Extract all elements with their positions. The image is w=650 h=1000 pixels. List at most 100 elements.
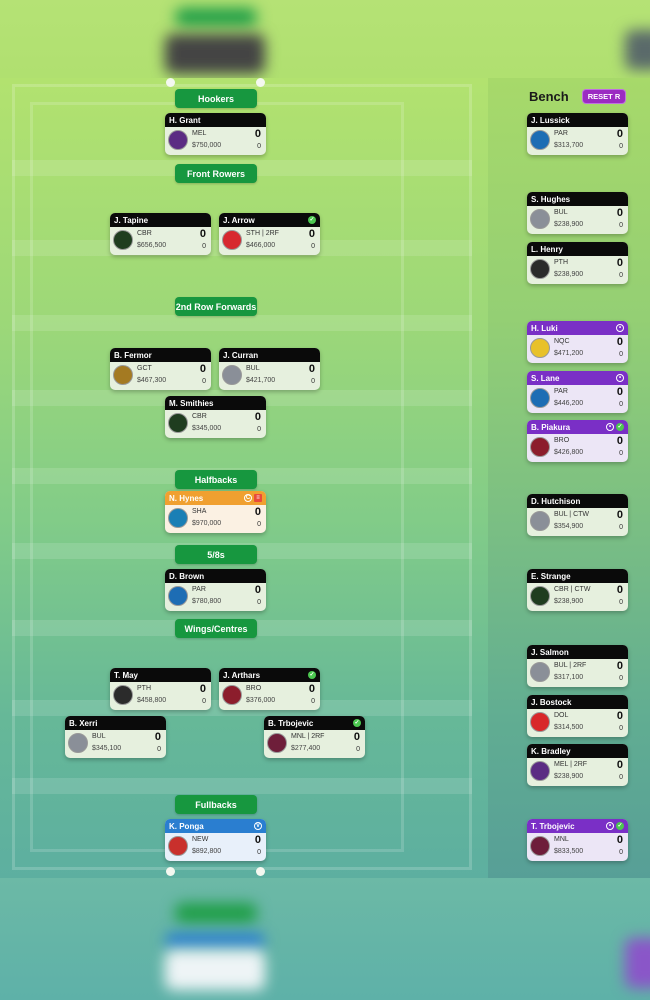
player-subscore: 0 [619,222,623,229]
player-card-body: BRO $376,000 0 0 [219,682,320,710]
player-card[interactable]: J. Curran BUL $421,700 0 0 [219,348,320,390]
blurred-position-label [175,903,257,923]
player-card-body: PAR $446,200 0 0 [527,385,628,413]
player-card[interactable]: J. Bostock DOL $314,500 0 0 [527,695,628,737]
team-logo-icon [113,685,133,705]
reset-button[interactable]: RESET R [582,89,626,104]
player-name[interactable]: J. Tapine [114,216,148,225]
player-card[interactable]: D. Hutchison BUL | CTW $354,900 0 0 [527,494,628,536]
player-price: $354,900 [554,523,584,530]
player-name[interactable]: K. Ponga [169,822,204,831]
player-card[interactable]: J. Arthars ✓ BRO $376,000 0 0 [219,668,320,710]
player-name[interactable]: B. Xerri [69,719,97,728]
player-name[interactable]: J. Salmon [531,648,569,657]
player-card[interactable]: B. Piakura • ✓ BRO $426,800 0 0 [527,420,628,462]
player-status-icons: V [254,822,262,830]
player-name[interactable]: H. Grant [169,116,201,125]
player-card[interactable]: K. Ponga V NEW $892,800 0 0 [165,819,266,861]
player-name[interactable]: D. Brown [169,572,204,581]
player-card[interactable]: B. Trbojevic ✓ MNL | 2RF $277,400 0 0 [264,716,365,758]
blurred-card-body [165,950,265,990]
player-score: 0 [308,683,315,695]
player-card[interactable]: T. May PTH $458,800 0 0 [110,668,211,710]
position-label-wings-centres: Wings/Centres [175,619,257,638]
player-card[interactable]: L. Henry PTH $238,900 0 0 [527,242,628,284]
player-card[interactable]: D. Brown PAR $780,800 0 0 [165,569,266,611]
player-card[interactable]: H. Grant MEL $750,000 0 0 [165,113,266,155]
player-card[interactable]: B. Fermor GCT $467,300 0 0 [110,348,211,390]
player-name[interactable]: H. Luki [531,324,558,333]
player-name[interactable]: K. Bradley [531,747,571,756]
flag-icon[interactable]: ≡ [254,494,262,502]
player-card[interactable]: T. Trbojevic • ✓ MNL $833,500 0 0 [527,819,628,861]
bench-title: Bench [529,89,569,104]
player-card[interactable]: K. Bradley MEL | 2RF $238,900 0 0 [527,744,628,786]
player-price: $656,500 [137,242,167,249]
player-card[interactable]: E. Strange CBR | CTW $238,900 0 0 [527,569,628,611]
player-name[interactable]: J. Arthars [223,671,260,680]
player-card[interactable]: J. Arrow ✓ STH | 2RF $466,000 0 0 [219,213,320,255]
team-logo-icon [222,365,242,385]
player-name[interactable]: E. Strange [531,572,571,581]
player-name[interactable]: M. Smithies [169,399,213,408]
player-name[interactable]: J. Arrow [223,216,255,225]
player-card[interactable]: H. Luki • NQC $471,200 0 0 [527,321,628,363]
player-name[interactable]: B. Piakura [531,423,570,432]
player-card[interactable]: S. Hughes BUL $238,900 0 0 [527,192,628,234]
player-card-body: MNL $833,500 0 0 [527,833,628,861]
player-score: 0 [254,584,261,596]
player-score: 0 [616,435,623,447]
player-card[interactable]: J. Tapine CBR $656,500 0 0 [110,213,211,255]
player-name[interactable]: B. Fermor [114,351,152,360]
player-name[interactable]: T. Trbojevic [531,822,575,831]
blurred-header-band [0,0,650,78]
emergency-icon[interactable]: • [616,324,624,332]
player-subscore: 0 [619,143,623,150]
player-card-header: K. Bradley [527,744,628,758]
player-team: PAR [554,388,568,395]
player-name[interactable]: J. Bostock [531,698,571,707]
check-icon[interactable]: ✓ [308,671,316,679]
emergency-icon[interactable]: • [606,423,614,431]
player-price: $466,000 [246,242,276,249]
player-card[interactable]: N. Hynes C ≡ SHA $970,000 0 0 [165,491,266,533]
player-card[interactable]: B. Xerri BUL $345,100 0 0 [65,716,166,758]
team-logo-icon [530,586,550,606]
player-name[interactable]: S. Lane [531,374,559,383]
check-icon[interactable]: ✓ [616,822,624,830]
player-card[interactable]: J. Salmon BUL | 2RF $317,100 0 0 [527,645,628,687]
emergency-icon[interactable]: • [606,822,614,830]
captain-icon[interactable]: C [244,494,252,502]
emergency-icon[interactable]: • [616,374,624,382]
player-name[interactable]: D. Hutchison [531,497,580,506]
player-name[interactable]: S. Hughes [531,195,570,204]
player-card[interactable]: J. Lussick PAR $313,700 0 0 [527,113,628,155]
player-subscore: 0 [619,675,623,682]
player-card-body: STH | 2RF $466,000 0 0 [219,227,320,255]
player-name[interactable]: T. May [114,671,138,680]
check-icon[interactable]: ✓ [308,216,316,224]
player-price: $471,200 [554,350,584,357]
player-name[interactable]: N. Hynes [169,494,203,503]
player-card-body: NEW $892,800 0 0 [165,833,266,861]
team-logo-icon [168,586,188,606]
player-status-icons: • [616,324,624,332]
check-icon[interactable]: ✓ [616,423,624,431]
team-logo-icon [530,712,550,732]
player-name[interactable]: L. Henry [531,245,563,254]
player-price: $750,000 [192,142,222,149]
player-name[interactable]: B. Trbojevic [268,719,313,728]
player-name[interactable]: J. Curran [223,351,258,360]
vice-captain-icon[interactable]: V [254,822,262,830]
team-logo-icon [68,733,88,753]
player-card[interactable]: M. Smithies CBR $345,000 0 0 [165,396,266,438]
player-name[interactable]: J. Lussick [531,116,570,125]
player-subscore: 0 [257,426,261,433]
player-score: 0 [616,207,623,219]
team-logo-icon [530,259,550,279]
player-team: BUL [92,733,106,740]
player-team: DOL [554,712,569,719]
player-team: PAR [192,586,206,593]
check-icon[interactable]: ✓ [353,719,361,727]
player-card[interactable]: S. Lane • PAR $446,200 0 0 [527,371,628,413]
